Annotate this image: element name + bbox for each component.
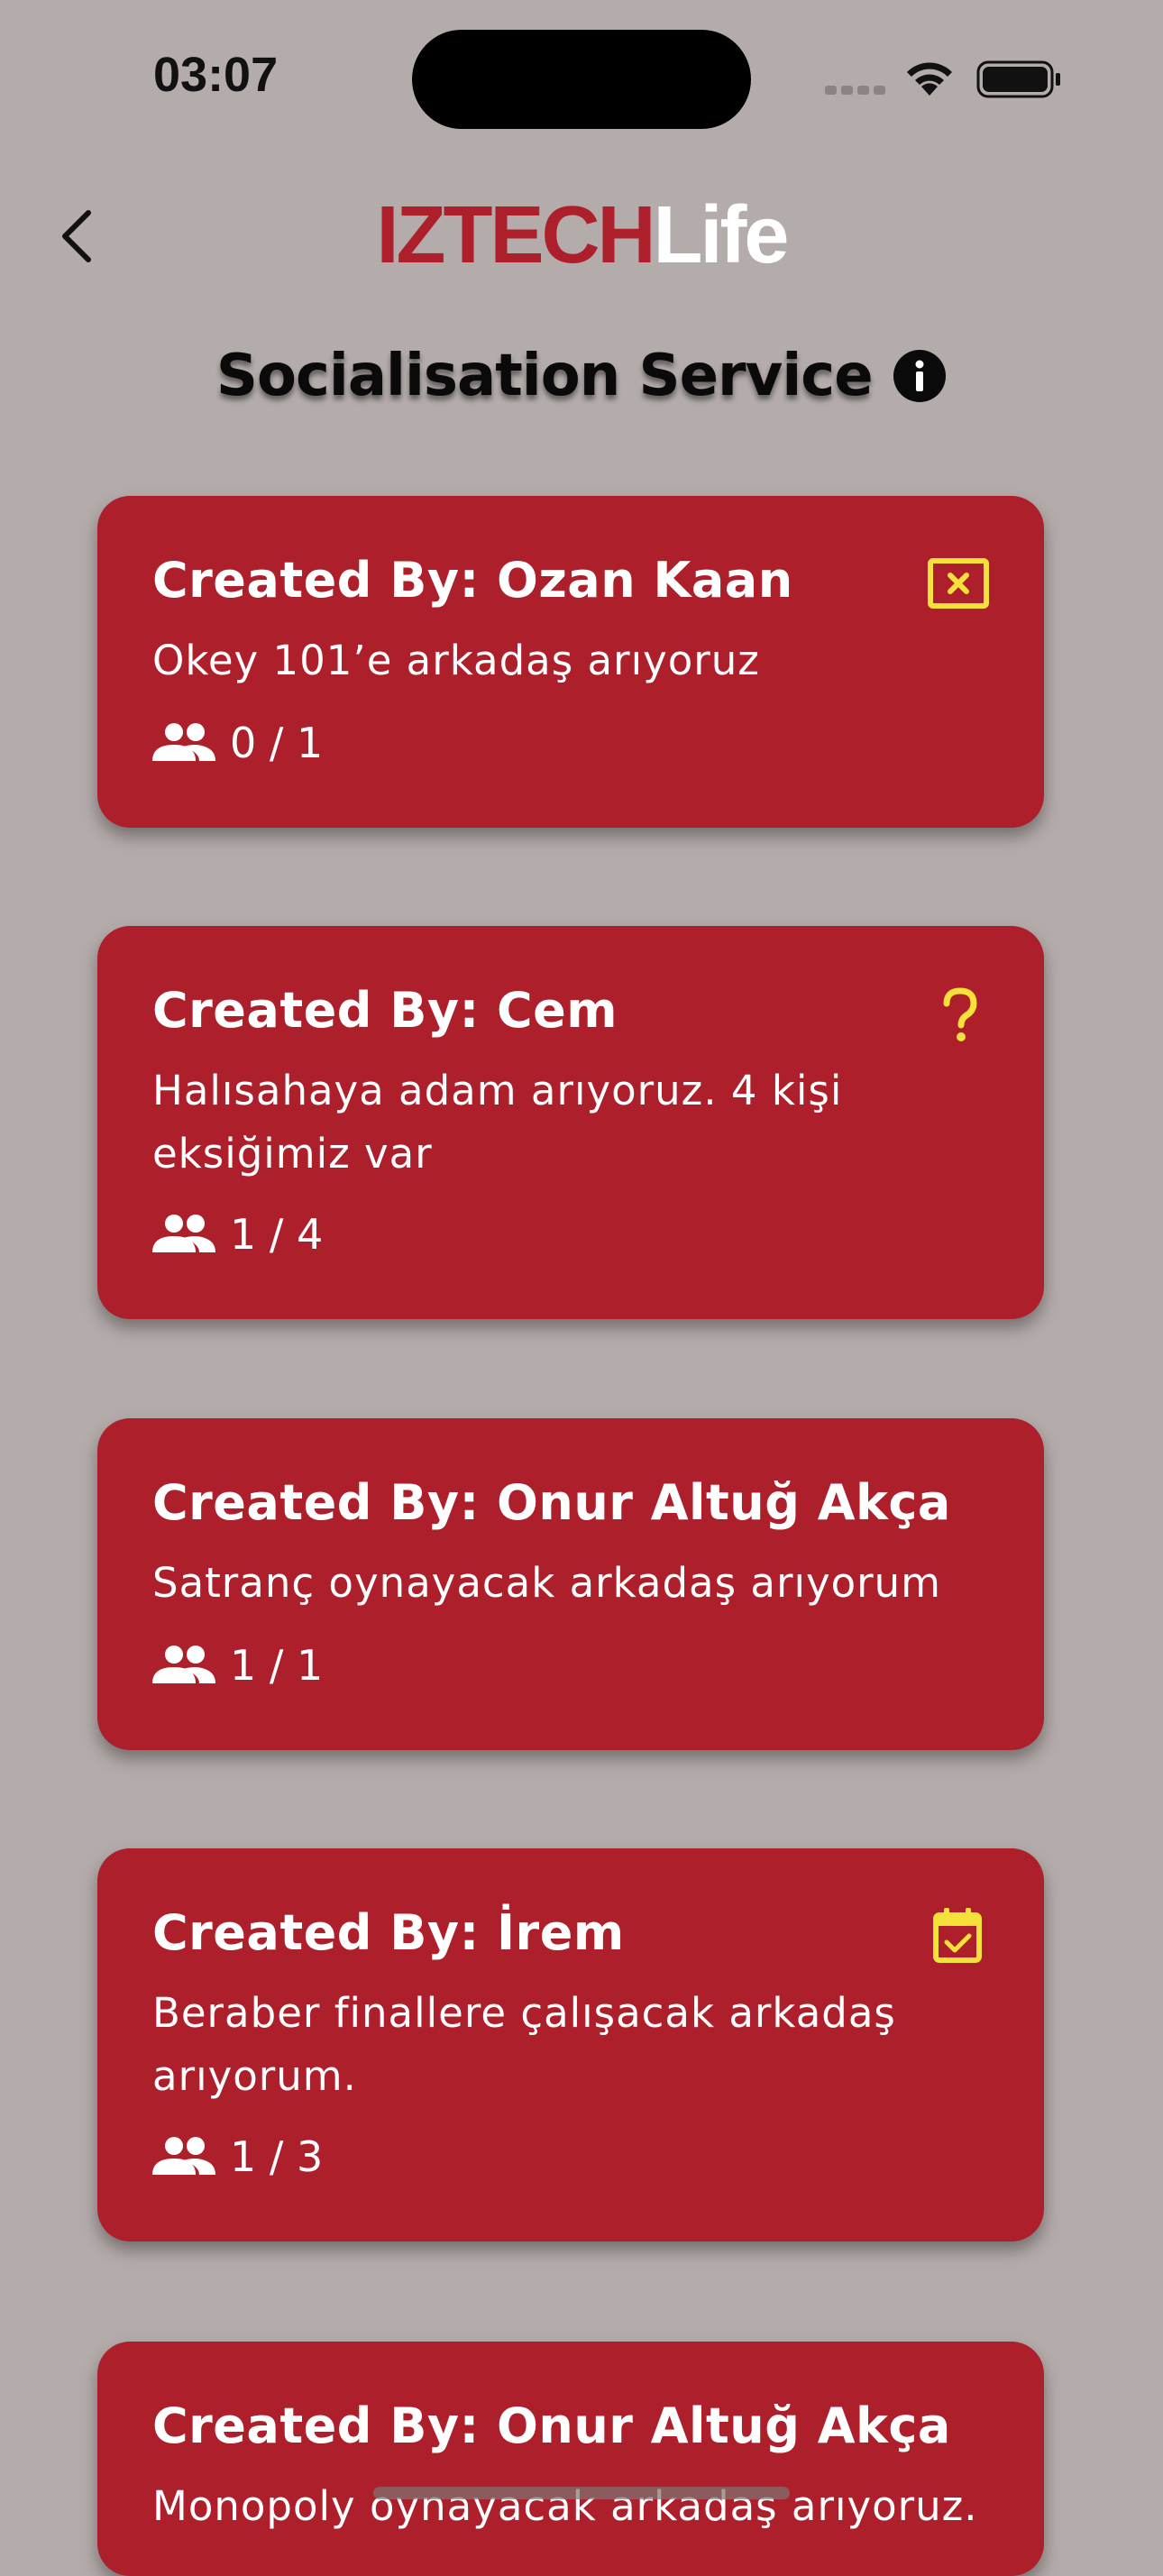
close-box-icon[interactable]: [927, 557, 990, 610]
post-card[interactable]: Created By: Onur Altuğ Akça Satranç oyna…: [97, 1418, 1044, 1750]
post-description: Okey 101’e arkadaş arıyoruz: [152, 637, 760, 684]
people-icon: [152, 1646, 215, 1683]
logo-part-life: Life: [653, 190, 789, 280]
app-logo: IZTECHLife: [0, 189, 1163, 282]
people-icon: [152, 723, 215, 761]
post-description: Satranç oynayacak arkadaş arıyorum: [152, 1559, 941, 1607]
participant-count-text: 1 / 1: [230, 1641, 324, 1690]
calendar-check-icon[interactable]: [932, 1906, 983, 1964]
post-description: Beraber finallere çalışacak arkadaş arıy…: [152, 1989, 896, 2100]
page-title: Socialisation Service: [215, 343, 874, 409]
participant-count: 1 / 1: [152, 1638, 323, 1692]
post-creator: Created By: Onur Altuğ Akça: [152, 2397, 951, 2454]
post-creator: Created By: Onur Altuğ Akça: [152, 1474, 951, 1531]
dynamic-island: [412, 30, 751, 129]
people-icon: [152, 1215, 215, 1252]
battery-icon: [976, 60, 1060, 98]
question-icon[interactable]: [939, 987, 981, 1043]
logo-part-iztech: IZTECH: [376, 190, 656, 280]
wifi-icon: [907, 62, 952, 96]
participant-count: 0 / 1: [152, 716, 323, 770]
page-title-row: Socialisation Service: [0, 343, 1163, 409]
participant-count-text: 1 / 3: [230, 2132, 324, 2181]
post-creator: Created By: İrem: [152, 1904, 625, 1961]
status-time: 03:07: [153, 48, 279, 102]
post-description: Halısahaya adam arıyoruz. 4 kişi eksiğim…: [152, 1067, 843, 1178]
info-icon[interactable]: [893, 349, 947, 403]
home-indicator[interactable]: [373, 2487, 790, 2499]
status-bar: 03:07: [0, 0, 1163, 144]
post-creator: Created By: Cem: [152, 982, 618, 1039]
post-card[interactable]: Created By: Onur Altuğ Akça Monopoly oyn…: [97, 2342, 1044, 2576]
participant-count: 1 / 3: [152, 2130, 323, 2184]
post-description: Monopoly oynayacak arkadaş arıyoruz.: [152, 2482, 978, 2530]
cellular-signal-icon: [825, 83, 890, 99]
people-icon: [152, 2137, 215, 2175]
post-card[interactable]: Created By: Cem Halısahaya adam arıyoruz…: [97, 926, 1044, 1319]
post-card[interactable]: Created By: İrem Beraber finallere çalış…: [97, 1848, 1044, 2241]
participant-count-text: 0 / 1: [230, 719, 324, 767]
participant-count-text: 1 / 4: [230, 1210, 324, 1259]
participant-count: 1 / 4: [152, 1207, 323, 1261]
post-card[interactable]: Created By: Ozan Kaan Okey 101’e arkadaş…: [97, 496, 1044, 828]
post-creator: Created By: Ozan Kaan: [152, 552, 793, 609]
